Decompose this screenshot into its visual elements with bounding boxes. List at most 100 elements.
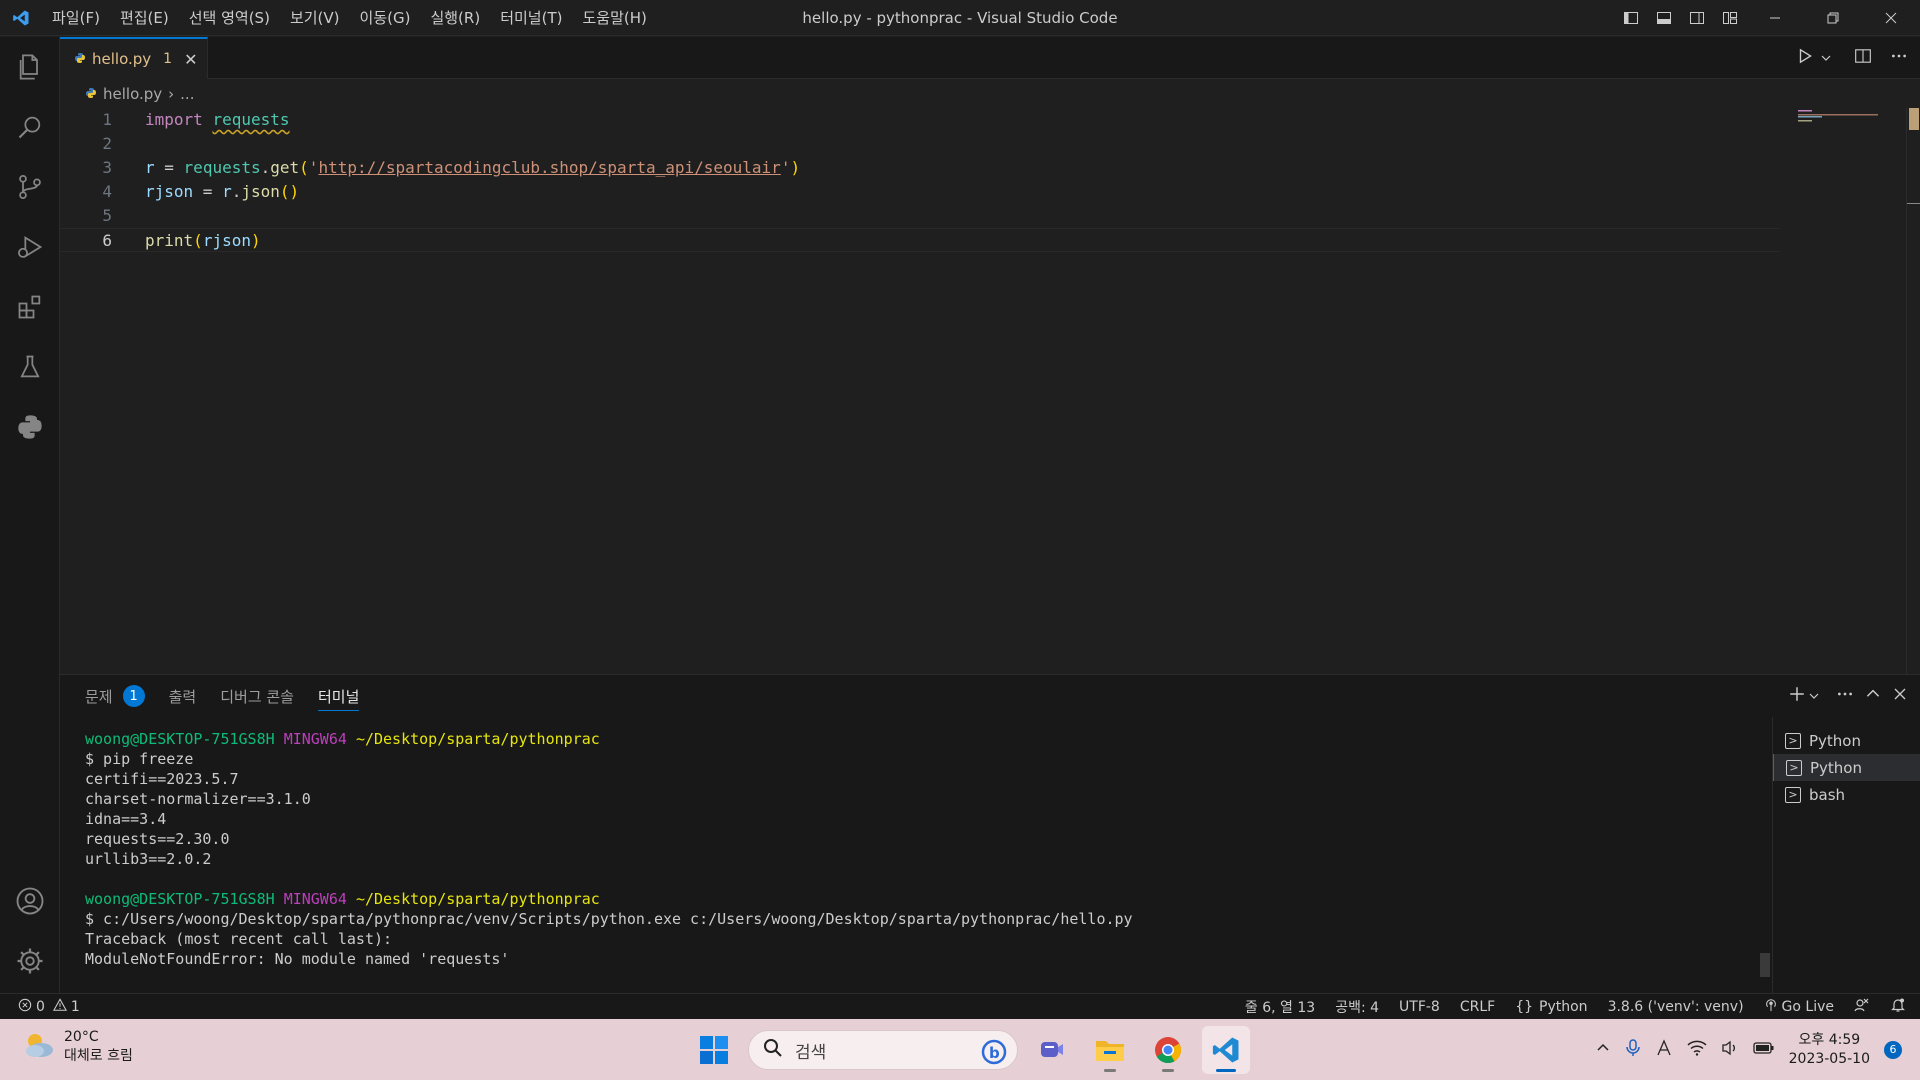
terminal-list: > Python > Python > bash [1772,717,1920,994]
tab-hello-py[interactable]: hello.py 1 ✕ [60,37,208,79]
tab-problem-count: 1 [163,51,173,67]
close-panel-icon[interactable] [1892,686,1908,706]
explorer-icon[interactable] [0,39,60,95]
run-dropdown-chevron-icon[interactable] [1820,49,1832,68]
terminal-list-label: bash [1809,785,1846,804]
run-debug-icon[interactable] [0,219,60,275]
weather-widget[interactable]: 20°C 대체로 흐림 [22,1029,133,1065]
accounts-icon[interactable] [0,873,60,929]
prompt-system: MINGW64 [283,730,347,748]
search-icon[interactable] [0,99,60,155]
terminal-output-line: idna==3.4 [85,810,167,828]
problems-status[interactable]: 0 1 [18,997,80,1016]
svg-text:b: b [989,1044,1000,1062]
warning-icon [52,997,67,1016]
restore-icon[interactable] [1804,0,1862,36]
operator: = [154,158,184,177]
testing-flask-icon[interactable] [0,339,60,395]
minimap[interactable] [1796,108,1906,674]
panel-more-actions-icon[interactable] [1836,685,1854,707]
minimize-icon[interactable] [1746,0,1804,36]
terminal-output-line: certifi==2023.5.7 [85,770,239,788]
keyword-import: import [145,110,203,129]
tab-output[interactable]: 출력 [169,675,197,717]
toggle-secondary-sidebar-icon[interactable] [1680,0,1713,36]
close-window-icon[interactable] [1862,0,1920,36]
python-icon[interactable] [0,399,60,455]
tab-close-icon[interactable]: ✕ [184,50,197,69]
new-terminal-plus-icon[interactable] [1788,685,1806,707]
quote: ' [308,158,319,177]
source-control-icon[interactable] [0,159,60,215]
maximize-panel-chevron-up-icon[interactable] [1864,685,1882,707]
menu-file[interactable]: 파일(F) [42,0,110,36]
settings-gear-icon[interactable] [0,933,60,989]
menu-selection[interactable]: 선택 영역(S) [179,0,280,36]
split-editor-icon[interactable] [1854,47,1872,69]
notifications-bell-icon[interactable] [1890,997,1906,1017]
terminal-list-item[interactable]: > bash [1773,781,1920,808]
prompt-user: woong@DESKTOP-751GS8H [85,730,275,748]
terminal-output-line: requests==2.30.0 [85,830,230,848]
breadcrumb-file[interactable]: hello.py [103,85,162,103]
battery-icon[interactable] [1752,1041,1775,1059]
terminal-command: $ c:/Users/woong/Desktop/sparta/pythonpr… [85,910,1133,928]
go-live-button[interactable]: Go Live [1764,998,1834,1016]
ime-language-icon[interactable] [1655,1038,1673,1061]
end-of-line[interactable]: CRLF [1460,999,1495,1015]
feedback-icon[interactable] [1854,997,1870,1017]
language-mode[interactable]: {} Python [1515,999,1587,1015]
menu-edit[interactable]: 편집(E) [110,0,179,36]
title-bar: 파일(F) 편집(E) 선택 영역(S) 보기(V) 이동(G) 실행(R) 터… [0,0,1920,36]
menu-view[interactable]: 보기(V) [280,0,350,36]
paren-close: ) [250,231,261,250]
file-explorer-icon[interactable] [1086,1026,1134,1074]
error-count: 0 [36,998,45,1015]
code-line-6: 6 print(rjson) [60,228,1780,252]
url-string[interactable]: http://spartacodingclub.shop/sparta_api/… [318,158,780,177]
taskbar-search[interactable]: 검색 b [748,1030,1018,1070]
clock[interactable]: 오후 4:59 2023-05-10 [1789,1031,1870,1069]
terminal-list-item-selected[interactable]: > Python [1773,754,1920,781]
prompt-system: MINGW64 [283,890,347,908]
vscode-taskbar-icon[interactable] [1202,1026,1250,1074]
menu-terminal[interactable]: 터미널(T) [490,0,572,36]
editor-scrollbar[interactable] [1906,108,1920,674]
terminal-scrollbar[interactable] [1760,953,1770,977]
indentation[interactable]: 공백: 4 [1335,997,1379,1017]
tab-debug-console[interactable]: 디버그 콘솔 [220,675,294,717]
customize-layout-icon[interactable] [1713,0,1746,36]
start-button[interactable] [690,1026,738,1074]
code-editor[interactable]: 1 import requests 2 3 r = requests.get('… [60,108,1920,674]
line-number: 1 [102,110,112,129]
menu-go[interactable]: 이동(G) [350,0,421,36]
toggle-primary-sidebar-icon[interactable] [1614,0,1647,36]
teams-chat-icon[interactable] [1028,1026,1076,1074]
menu-help[interactable]: 도움말(H) [572,0,656,36]
more-actions-icon[interactable] [1890,47,1908,69]
terminal-output[interactable]: woong@DESKTOP-751GS8H MINGW64 ~/Desktop/… [85,729,1765,979]
toggle-panel-icon[interactable] [1647,0,1680,36]
terminal-dropdown-chevron-icon[interactable] [1808,687,1820,706]
extensions-icon[interactable] [0,279,60,335]
chrome-icon[interactable] [1144,1026,1192,1074]
notification-count-badge[interactable]: 6 [1884,1040,1902,1059]
volume-icon[interactable] [1721,1040,1739,1060]
encoding[interactable]: UTF-8 [1399,999,1440,1015]
line-number: 4 [102,182,112,201]
tab-label: hello.py [92,50,152,68]
terminal-list-item[interactable]: > Python [1773,727,1920,754]
breadcrumb-symbols[interactable]: ... [180,85,194,103]
wifi-icon[interactable] [1687,1040,1707,1060]
show-hidden-icons-chevron-icon[interactable] [1595,1040,1611,1060]
menu-run[interactable]: 실행(R) [420,0,490,36]
bing-chat-icon[interactable]: b [981,1039,1007,1070]
microphone-icon[interactable] [1625,1038,1641,1061]
python-interpreter[interactable]: 3.8.6 ('venv': venv) [1608,999,1744,1015]
tab-problems[interactable]: 문제 1 [85,675,145,717]
tab-terminal[interactable]: 터미널 [318,675,360,717]
terminal-list-label: Python [1810,758,1862,777]
cursor-position[interactable]: 줄 6, 열 13 [1245,997,1315,1017]
run-python-file-icon[interactable] [1796,47,1814,69]
paren-open: ( [299,158,309,177]
